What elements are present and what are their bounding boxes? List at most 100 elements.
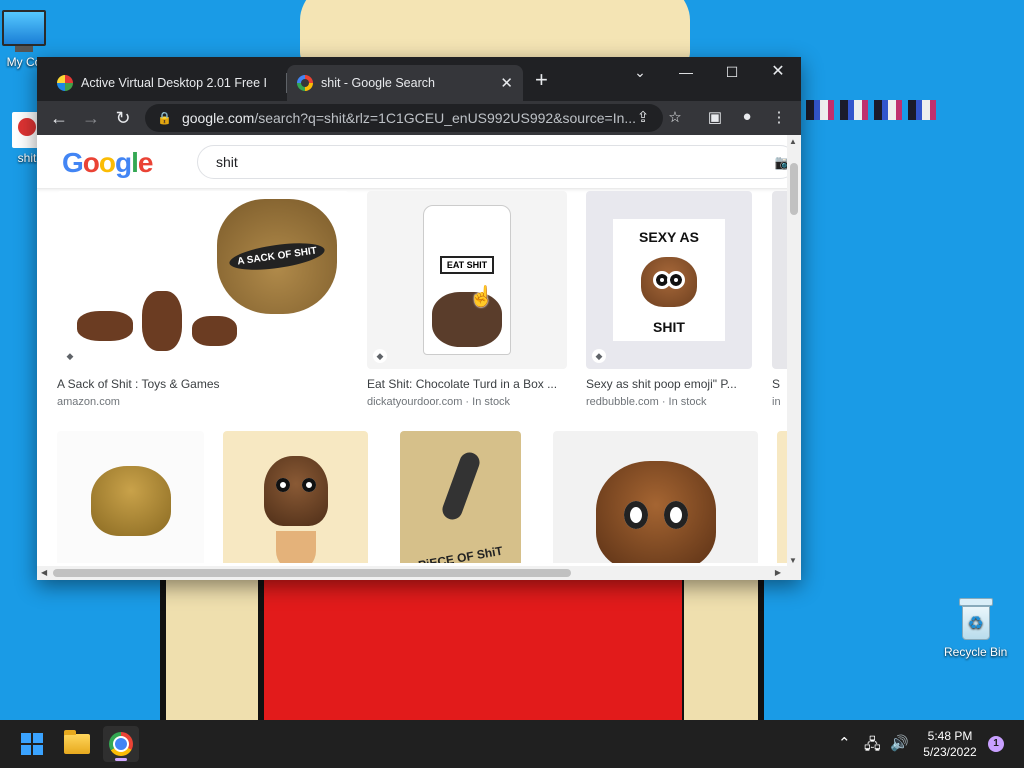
chrome-window: Active Virtual Desktop 2.01 Free I shit … — [37, 57, 801, 580]
chrome-icon — [109, 732, 133, 756]
emoji-poop-image — [595, 461, 716, 563]
scroll-down-icon[interactable]: ▼ — [789, 556, 797, 565]
close-window-button[interactable]: ✕ — [755, 61, 801, 83]
tab-active-virtual-desktop[interactable]: Active Virtual Desktop 2.01 Free I — [47, 65, 287, 101]
result-title[interactable]: Sexy as shit poop emoji" P... — [586, 377, 752, 391]
wallpaper-arm-right — [684, 578, 764, 720]
ice-cream-poop-image — [263, 456, 328, 526]
wallpaper-arm-left — [160, 578, 265, 720]
sticker-image: SEXY AS SHIT — [613, 219, 725, 341]
image-result[interactable] — [223, 431, 368, 563]
image-result[interactable] — [57, 431, 204, 563]
logo-letter: e — [137, 147, 154, 178]
image-results: A SACK OF SHIT ◆ A Sack of Shit : Toys &… — [37, 191, 787, 563]
logo-letter: o — [82, 147, 100, 178]
result-thumbnail[interactable] — [57, 431, 204, 563]
logo-letter: g — [115, 147, 132, 178]
image-result[interactable] — [777, 431, 787, 563]
folder-icon — [64, 730, 90, 754]
sticker-text-bottom: SHIT — [653, 319, 685, 335]
desktop-icon-label: shit — [17, 151, 37, 165]
result-source[interactable]: in — [772, 396, 787, 408]
image-result[interactable]: S in — [772, 191, 787, 408]
notification-badge[interactable]: 1 — [988, 736, 1004, 752]
result-thumbnail[interactable]: PiECE OF ShiT — [400, 431, 521, 563]
result-thumbnail[interactable]: SEXY AS SHIT ◆ — [586, 191, 752, 369]
sand-text: PiECE OF ShiT — [417, 543, 504, 563]
image-result[interactable]: PiECE OF ShiT — [400, 431, 521, 563]
show-hidden-icons-chevron-icon[interactable]: ⌃ — [838, 734, 851, 752]
vertical-scrollbar[interactable]: ▲ ▼ — [787, 135, 801, 567]
browser-toolbar: ← → ↻ 🔒 google.com/search?q=shit&rlz=1C1… — [37, 101, 801, 135]
search-input[interactable]: shit 📷 — [197, 145, 797, 179]
side-panel-icon[interactable]: ▣ — [705, 108, 725, 126]
taskbar: ⌃ 🖧 🔊 5:48 PM 5/23/2022 1 — [0, 720, 1024, 768]
result-title[interactable]: S — [772, 377, 787, 391]
tab-google-search[interactable]: shit - Google Search ✕ — [287, 65, 523, 101]
bookmark-star-icon[interactable]: ☆ — [665, 108, 685, 126]
shirt-image: EAT SHIT — [423, 205, 511, 355]
horizontal-scroll-thumb[interactable] — [53, 569, 571, 577]
result-thumbnail[interactable]: A SACK OF SHIT ◆ — [57, 191, 349, 369]
product-tag-icon: ◆ — [373, 349, 387, 363]
google-logo[interactable]: Google — [62, 147, 154, 179]
desktop-icon-recycle-bin[interactable]: ♻ Recycle Bin — [944, 598, 1007, 659]
clock[interactable]: 5:48 PM 5/23/2022 — [918, 728, 982, 760]
result-source[interactable]: amazon.com — [57, 396, 349, 408]
forward-button[interactable]: → — [79, 106, 103, 130]
result-thumbnail[interactable] — [772, 191, 787, 369]
menu-icon[interactable]: ⋮ — [769, 108, 789, 126]
logo-letter: l — [131, 147, 139, 178]
poop-emoji-icon — [641, 257, 697, 307]
desktop-icon-label: Recycle Bin — [944, 645, 1008, 659]
result-thumbnail[interactable] — [777, 431, 787, 563]
image-result[interactable]: SEXY AS SHIT ◆ Sexy as shit poop emoji" … — [586, 191, 752, 408]
google-favicon-icon — [297, 75, 313, 91]
tab-close-icon[interactable]: ✕ — [500, 74, 513, 92]
result-thumbnail[interactable] — [223, 431, 368, 563]
scroll-up-icon[interactable]: ▲ — [789, 137, 797, 146]
scroll-right-icon[interactable]: ▶ — [775, 568, 781, 577]
clock-time: 5:48 PM — [927, 729, 973, 743]
sand-poop-image — [439, 449, 482, 523]
vertical-scroll-thumb[interactable] — [790, 163, 798, 215]
network-icon[interactable]: 🖧 — [864, 734, 881, 759]
reload-button[interactable]: ↻ — [111, 106, 135, 130]
title-bar[interactable]: Active Virtual Desktop 2.01 Free I shit … — [37, 57, 801, 101]
tab-title: shit - Google Search — [321, 76, 435, 90]
page-content: Google shit 📷 A SACK OF SHIT ◆ A Sack of… — [37, 135, 801, 580]
tab-title: Active Virtual Desktop 2.01 Free I — [81, 76, 267, 90]
result-title[interactable]: A Sack of Shit : Toys & Games — [57, 377, 349, 391]
minimize-button[interactable]: — — [663, 61, 709, 83]
product-tag-icon: ◆ — [592, 349, 606, 363]
file-explorer-button[interactable] — [59, 726, 95, 762]
profile-icon[interactable]: ● — [737, 108, 757, 125]
search-query: shit — [216, 154, 238, 170]
lock-icon[interactable]: 🔒 — [157, 111, 172, 125]
address-bar[interactable]: 🔒 google.com/search?q=shit&rlz=1C1GCEU_e… — [145, 104, 663, 132]
image-result[interactable]: EAT SHIT ◆ Eat Shit: Chocolate Turd in a… — [367, 191, 567, 408]
start-button[interactable] — [14, 726, 50, 762]
scroll-left-icon[interactable]: ◀ — [41, 568, 47, 577]
computer-stand — [15, 46, 33, 52]
product-tag-icon: ◆ — [63, 349, 77, 363]
volume-icon[interactable]: 🔊 — [890, 734, 909, 752]
tab-search-icon[interactable]: ⌄ — [617, 61, 663, 83]
sack-image: A SACK OF SHIT — [217, 199, 337, 314]
result-source[interactable]: redbubble.com · In stock — [586, 396, 752, 408]
image-result[interactable] — [553, 431, 758, 563]
gold-poop-image — [90, 466, 171, 536]
url-path: /search?q=shit&rlz=1C1GCEU_enUS992US992&… — [254, 110, 637, 126]
back-button[interactable]: ← — [47, 106, 71, 130]
result-thumbnail[interactable]: EAT SHIT ◆ — [367, 191, 567, 369]
result-source[interactable]: dickatyourdoor.com · In stock — [367, 396, 567, 408]
horizontal-scrollbar[interactable]: ◀ ▶ — [37, 566, 801, 580]
windows-logo-icon — [21, 733, 43, 755]
result-title[interactable]: Eat Shit: Chocolate Turd in a Box ... — [367, 377, 567, 391]
share-icon[interactable]: ⇪ — [633, 108, 653, 126]
new-tab-button[interactable]: + — [535, 69, 548, 91]
image-result[interactable]: A SACK OF SHIT ◆ A Sack of Shit : Toys &… — [57, 191, 349, 408]
maximize-button[interactable]: ☐ — [709, 61, 755, 83]
chrome-taskbar-button[interactable] — [103, 726, 139, 762]
result-thumbnail[interactable] — [553, 431, 758, 563]
